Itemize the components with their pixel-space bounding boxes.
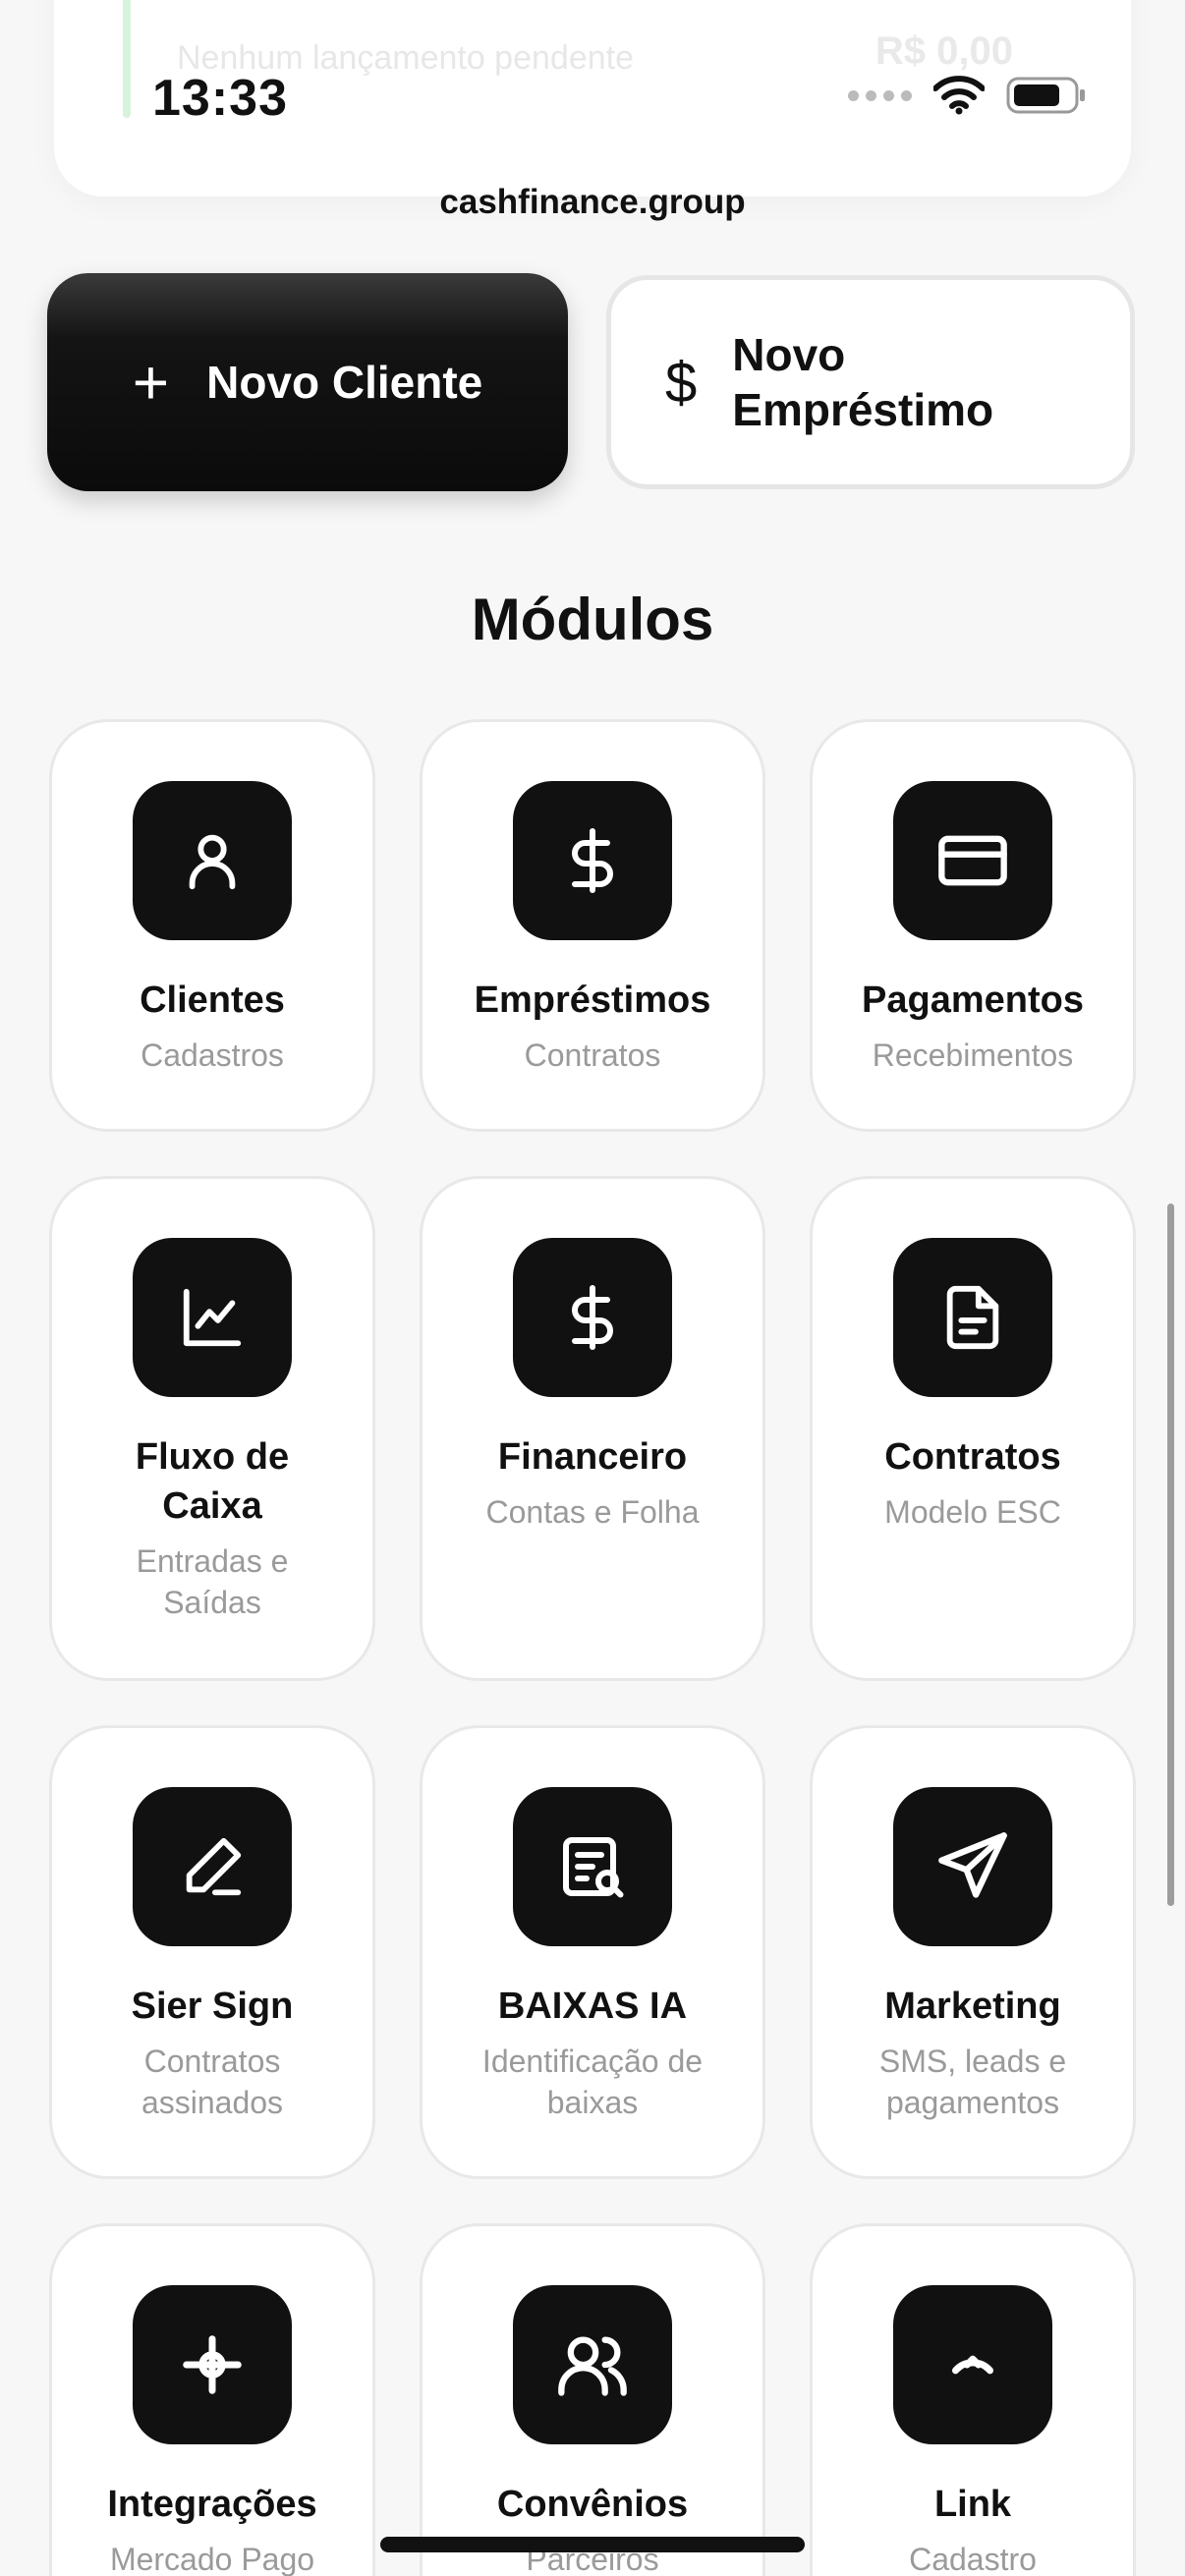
dollar-icon <box>513 781 672 940</box>
module-subtitle: Entradas e Saídas <box>136 1543 289 1620</box>
pending-amount: R$ 0,00 <box>875 29 1013 73</box>
module-title: Empréstimos <box>474 980 711 1021</box>
pen-icon <box>133 1787 292 1946</box>
home-indicator[interactable] <box>380 2537 805 2552</box>
plus-icon: + <box>132 347 170 418</box>
module-card-fluxo-de-caixa[interactable]: Fluxo de Caixa Entradas e Saídas <box>49 1176 375 1681</box>
module-card-integracoes[interactable]: Integrações Mercado Pago <box>49 2223 375 2576</box>
new-loan-label-line1: Novo <box>732 329 846 380</box>
status-indicators <box>848 71 1087 120</box>
module-card-financeiro[interactable]: Financeiro Contas e Folha <box>420 1176 765 1681</box>
users-icon <box>513 2285 672 2444</box>
module-subtitle: Identificação de baixas <box>481 2044 704 2120</box>
module-subtitle: Contratos <box>524 1037 661 1073</box>
module-card-convenios[interactable]: Convênios Parceiros <box>420 2223 765 2576</box>
module-title: Fluxo de Caixa <box>135 1436 290 1527</box>
module-title: Sier Sign <box>131 1986 294 2027</box>
module-title: Convênios <box>496 2484 689 2525</box>
accent-line <box>123 0 131 118</box>
dollar-icon <box>513 1238 672 1397</box>
new-loan-label-line2: Empréstimo <box>732 384 994 435</box>
module-subtitle: Modelo ESC <box>884 1494 1061 1530</box>
module-card-contratos[interactable]: Contratos Modelo ESC <box>810 1176 1136 1681</box>
module-card-link[interactable]: Link Cadastro <box>810 2223 1136 2576</box>
cellular-signal-icon <box>848 89 912 101</box>
new-loan-button[interactable]: $ Novo Empréstimo <box>606 275 1135 489</box>
module-subtitle: Contratos assinados <box>141 2044 284 2120</box>
module-title: Financeiro <box>497 1436 688 1478</box>
module-subtitle: SMS, leads e pagamentos <box>878 2044 1067 2120</box>
receipt-search-icon <box>513 1787 672 1946</box>
new-client-button[interactable]: + Novo Cliente <box>47 273 568 491</box>
new-loan-label: Novo Empréstimo <box>732 327 993 437</box>
module-card-baixas-ia[interactable]: BAIXAS IA Identificação de baixas <box>420 1725 765 2179</box>
module-title: Clientes <box>140 980 285 1021</box>
module-card-marketing[interactable]: Marketing SMS, leads e pagamentos <box>810 1725 1136 2179</box>
module-subtitle: Recebimentos <box>872 1037 1074 1073</box>
scrollbar[interactable] <box>1167 1204 1174 1906</box>
module-title: Integrações <box>107 2484 317 2525</box>
user-icon <box>133 781 292 940</box>
module-subtitle: Contas e Folha <box>485 1494 700 1530</box>
module-title: BAIXAS IA <box>497 1986 688 2027</box>
module-title: Pagamentos <box>862 980 1084 1021</box>
module-card-pagamentos[interactable]: Pagamentos Recebimentos <box>810 719 1136 1132</box>
module-card-sier-sign[interactable]: Sier Sign Contratos assinados <box>49 1725 375 2179</box>
link-icon <box>893 2285 1052 2444</box>
module-card-clientes[interactable]: Clientes Cadastros <box>49 719 375 1132</box>
url-label: cashfinance.group <box>439 183 746 221</box>
send-icon <box>893 1787 1052 1946</box>
module-title: Marketing <box>884 1986 1061 2027</box>
section-title: Módulos <box>471 587 714 652</box>
wifi-icon <box>933 76 985 115</box>
chart-line-icon <box>133 1238 292 1397</box>
screen: Nenhum lançamento pendente R$ 0,00 13:33… <box>0 0 1185 2576</box>
module-subtitle: Mercado Pago <box>109 2542 315 2576</box>
new-client-label: Novo Cliente <box>206 357 483 408</box>
status-time: 13:33 <box>152 70 288 127</box>
dollar-icon: $ <box>665 350 698 415</box>
module-title: Contratos <box>884 1436 1061 1478</box>
module-card-emprestimos[interactable]: Empréstimos Contratos <box>420 719 765 1132</box>
credit-card-icon <box>893 781 1052 940</box>
document-icon <box>893 1238 1052 1397</box>
module-subtitle: Cadastro <box>909 2542 1037 2576</box>
module-title: Link <box>933 2484 1012 2525</box>
module-subtitle: Cadastros <box>141 1037 284 1073</box>
crosshair-icon <box>133 2285 292 2444</box>
battery-icon <box>1006 77 1085 114</box>
